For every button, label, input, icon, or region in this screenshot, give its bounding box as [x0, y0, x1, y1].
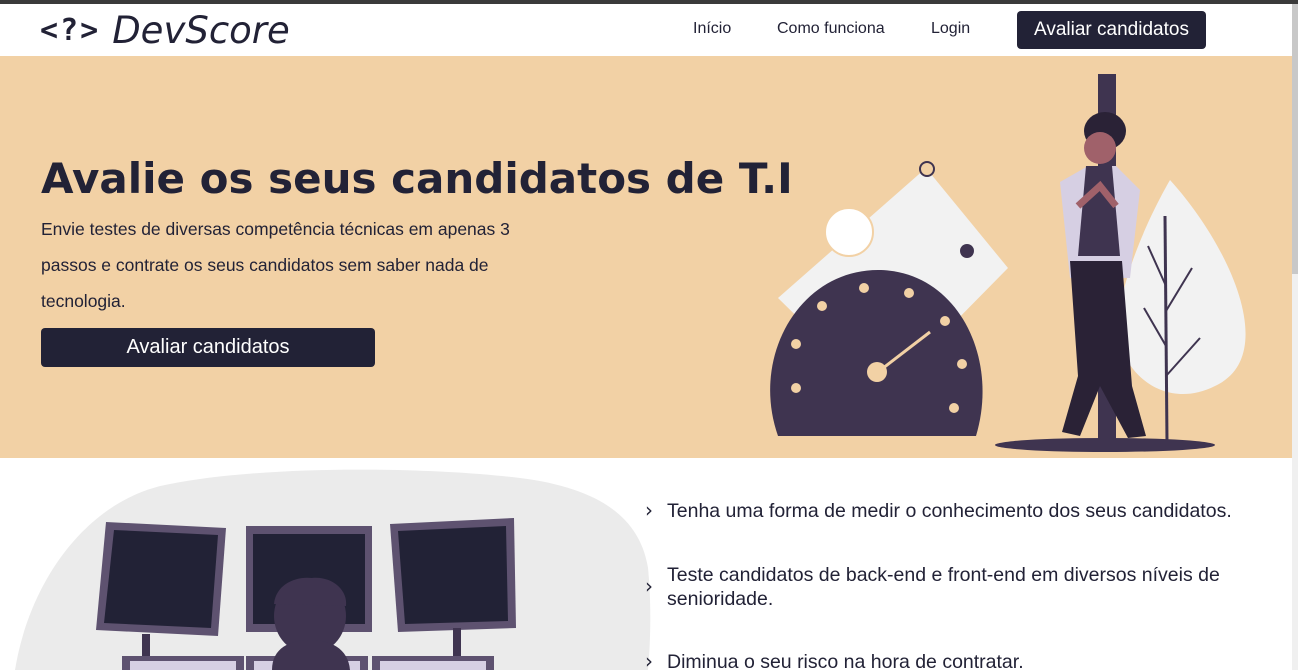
feature-item: › Diminua o seu risco na hora de contrat… — [645, 650, 1267, 670]
chevron-right-icon: › — [645, 649, 653, 670]
hero-evaluate-button[interactable]: Avaliar candidatos — [41, 328, 375, 367]
chevron-right-icon: › — [645, 498, 653, 522]
hero-description-line: Envie testes de diversas competência téc… — [41, 219, 510, 239]
scrollbar-thumb[interactable] — [1292, 4, 1298, 274]
chevron-right-icon: › — [645, 574, 653, 598]
nav-link-como-funciona[interactable]: Como funciona — [777, 20, 885, 38]
hero-description-line: tecnologia. — [41, 291, 126, 311]
developer-monitors-illustration — [15, 469, 651, 670]
hero-section: Avalie os seus candidatos de T.I Envie t… — [0, 56, 1292, 458]
hero-description: Envie testes de diversas competência téc… — [41, 211, 541, 319]
feature-item: › Tenha uma forma de medir o conheciment… — [645, 499, 1267, 523]
feature-text: senioridade. — [667, 588, 774, 610]
code-brackets-icon: <?> — [40, 12, 101, 48]
nav-link-login[interactable]: Login — [931, 20, 970, 38]
speedometer-person-illustration — [770, 74, 1246, 452]
features-section: › Tenha uma forma de medir o conheciment… — [0, 458, 1292, 670]
nav-link-inicio[interactable]: Início — [693, 20, 731, 38]
feature-text: Diminua o seu risco na hora de contratar… — [667, 651, 1024, 670]
navbar: <?> DevScore Início Como funciona Login … — [0, 4, 1298, 56]
nav-evaluate-button[interactable]: Avaliar candidatos — [1017, 11, 1206, 49]
feature-text: Teste candidatos de back-end e front-end… — [667, 564, 1220, 586]
feature-text: Tenha uma forma de medir o conhecimento … — [667, 500, 1232, 522]
logo[interactable]: <?> DevScore — [40, 8, 290, 52]
feature-item: › Teste candidatos de back-end e front-e… — [645, 563, 1267, 611]
hero-description-line: passos e contrate os seus candidatos sem… — [41, 255, 489, 275]
hero-title: Avalie os seus candidatos de T.I — [41, 154, 793, 203]
brand-name: DevScore — [112, 8, 290, 52]
